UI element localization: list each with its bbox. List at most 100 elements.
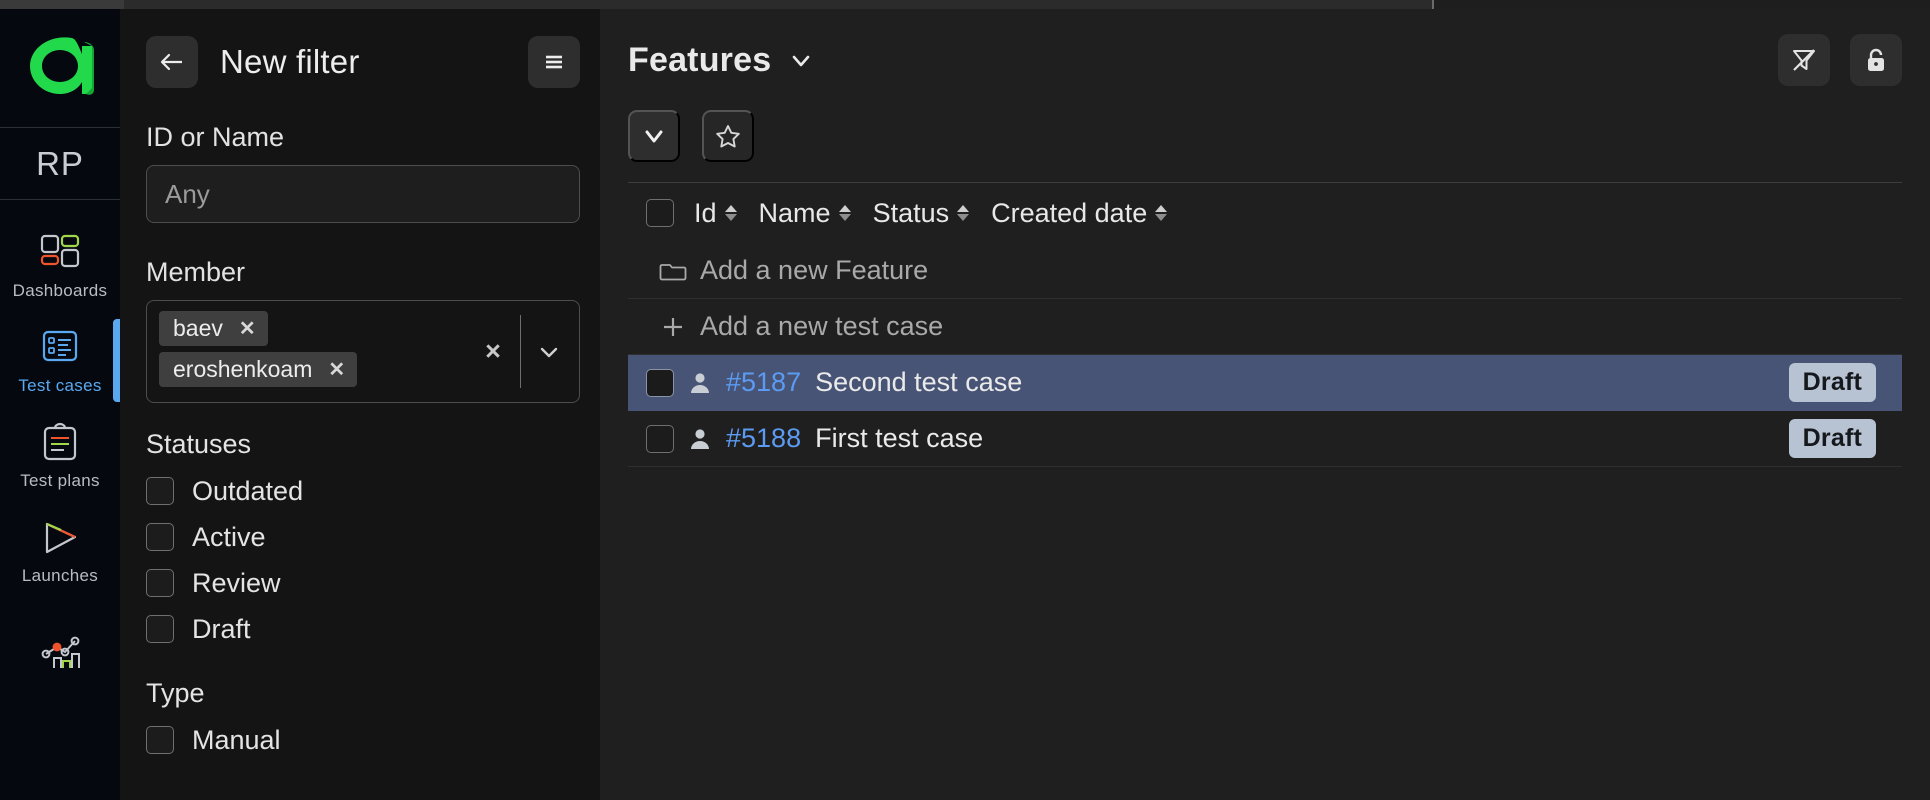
sidebar-item-analytics[interactable] <box>0 598 120 693</box>
column-header-id[interactable]: Id <box>694 198 737 229</box>
left-nav-rail: RP Dashboards <box>0 0 120 800</box>
main-content: Features <box>600 0 1930 800</box>
test-case-name: First test case <box>815 423 983 454</box>
status-option-draft[interactable]: Draft <box>146 606 580 652</box>
checkbox[interactable] <box>146 477 174 505</box>
features-dropdown-toggle[interactable] <box>785 44 817 76</box>
add-new-test-case-row[interactable]: Add a new test case <box>628 299 1902 355</box>
member-chip-list: baev ✕ eroshenkoam ✕ <box>159 311 470 392</box>
remove-chip-icon[interactable]: ✕ <box>239 319 256 339</box>
column-label: Created date <box>991 198 1147 229</box>
id-or-name-input[interactable] <box>146 165 580 223</box>
filter-panel: New filter ID or Name Member baev <box>120 0 600 800</box>
checkbox[interactable] <box>146 569 174 597</box>
table-header-row: Id Name Status Created date <box>628 183 1902 243</box>
member-dropdown-toggle[interactable] <box>525 337 573 367</box>
status-badge: Draft <box>1789 363 1876 402</box>
column-header-created-date[interactable]: Created date <box>991 198 1167 229</box>
analytics-icon <box>38 624 82 668</box>
test-cases-icon <box>38 326 82 370</box>
type-option-manual[interactable]: Manual <box>146 717 580 763</box>
test-plans-icon <box>38 421 82 465</box>
status-option-active[interactable]: Active <box>146 514 580 560</box>
clear-filter-button[interactable] <box>1778 34 1830 86</box>
sidebar-item-test-cases[interactable]: Test cases <box>0 313 120 408</box>
test-case-name: Second test case <box>815 367 1022 398</box>
lock-button[interactable] <box>1850 34 1902 86</box>
sort-icon[interactable] <box>725 205 737 221</box>
member-chip[interactable]: baev ✕ <box>159 311 268 346</box>
chrome-seg-mid <box>124 0 1434 9</box>
test-case-id[interactable]: #5187 <box>726 367 801 398</box>
sidebar-item-test-plans[interactable]: Test plans <box>0 408 120 503</box>
type-group-label: Type <box>146 678 580 709</box>
sidebar-item-label: Test cases <box>18 376 101 396</box>
header-actions <box>1778 34 1902 86</box>
statuses-group-label: Statuses <box>146 429 580 460</box>
sort-icon[interactable] <box>957 205 969 221</box>
lock-icon <box>1861 45 1891 75</box>
column-header-name[interactable]: Name <box>759 198 851 229</box>
back-button[interactable] <box>146 36 198 88</box>
folder-icon <box>646 256 700 286</box>
row-checkbox[interactable] <box>646 369 674 397</box>
column-header-status[interactable]: Status <box>873 198 970 229</box>
list-toolbar <box>600 86 1930 162</box>
test-case-id[interactable]: #5188 <box>726 423 801 454</box>
select-all-checkbox[interactable] <box>646 199 674 227</box>
chevron-down-icon <box>785 44 817 76</box>
filter-menu-button[interactable] <box>528 36 580 88</box>
features-title: Features <box>628 41 771 80</box>
sidebar-item-dashboards[interactable]: Dashboards <box>0 218 120 313</box>
sort-icon[interactable] <box>1155 205 1167 221</box>
member-chip-label: eroshenkoam <box>173 356 312 383</box>
checkbox[interactable] <box>146 726 174 754</box>
chrome-seg-right <box>1434 0 1930 9</box>
clear-members-button[interactable]: × <box>470 336 516 367</box>
expand-all-chevron-icon <box>639 121 669 151</box>
page-title: New filter <box>220 43 360 81</box>
filter-off-icon <box>1789 45 1819 75</box>
chrome-seg-left <box>0 0 124 9</box>
app-logo[interactable] <box>0 0 120 128</box>
id-or-name-label: ID or Name <box>146 122 580 153</box>
filter-panel-header: New filter <box>146 36 580 88</box>
type-option-label: Manual <box>192 725 281 756</box>
member-select-actions: × <box>470 311 579 392</box>
member-chip-label: baev <box>173 315 223 342</box>
chevron-down-icon <box>534 337 564 367</box>
member-chip[interactable]: eroshenkoam ✕ <box>159 352 357 387</box>
sidebar-item-label: Launches <box>22 566 98 586</box>
table-row[interactable]: #5187 Second test case Draft <box>628 355 1902 411</box>
checkbox[interactable] <box>146 523 174 551</box>
expand-all-button[interactable] <box>628 110 680 162</box>
favorites-button[interactable] <box>702 110 754 162</box>
status-option-outdated[interactable]: Outdated <box>146 468 580 514</box>
status-badge: Draft <box>1789 419 1876 458</box>
add-new-feature-label: Add a new Feature <box>700 255 928 286</box>
remove-chip-icon[interactable]: ✕ <box>328 360 345 380</box>
sidebar-item-launches[interactable]: Launches <box>0 503 120 598</box>
member-multiselect[interactable]: baev ✕ eroshenkoam ✕ × <box>146 300 580 403</box>
status-option-review[interactable]: Review <box>146 560 580 606</box>
table-row[interactable]: #5188 First test case Draft <box>628 411 1902 467</box>
status-option-label: Outdated <box>192 476 303 507</box>
sidebar-item-label: Test plans <box>20 471 100 491</box>
rail-item-list: Dashboards Test cases <box>0 200 120 693</box>
sidebar-item-label: Dashboards <box>13 281 108 301</box>
checkbox[interactable] <box>146 615 174 643</box>
test-cases-table: Id Name Status Created date <box>628 182 1902 467</box>
plus-icon <box>646 312 700 342</box>
arrow-left-icon <box>158 48 186 76</box>
project-code[interactable]: RP <box>0 128 120 200</box>
person-icon <box>674 425 726 453</box>
member-label: Member <box>146 257 580 288</box>
add-new-feature-row[interactable]: Add a new Feature <box>628 243 1902 299</box>
status-option-label: Draft <box>192 614 251 645</box>
browser-chrome-strip <box>0 0 1930 9</box>
sort-icon[interactable] <box>839 205 851 221</box>
active-indicator <box>113 319 120 402</box>
column-label: Name <box>759 198 831 229</box>
row-checkbox[interactable] <box>646 425 674 453</box>
divider <box>520 315 521 388</box>
